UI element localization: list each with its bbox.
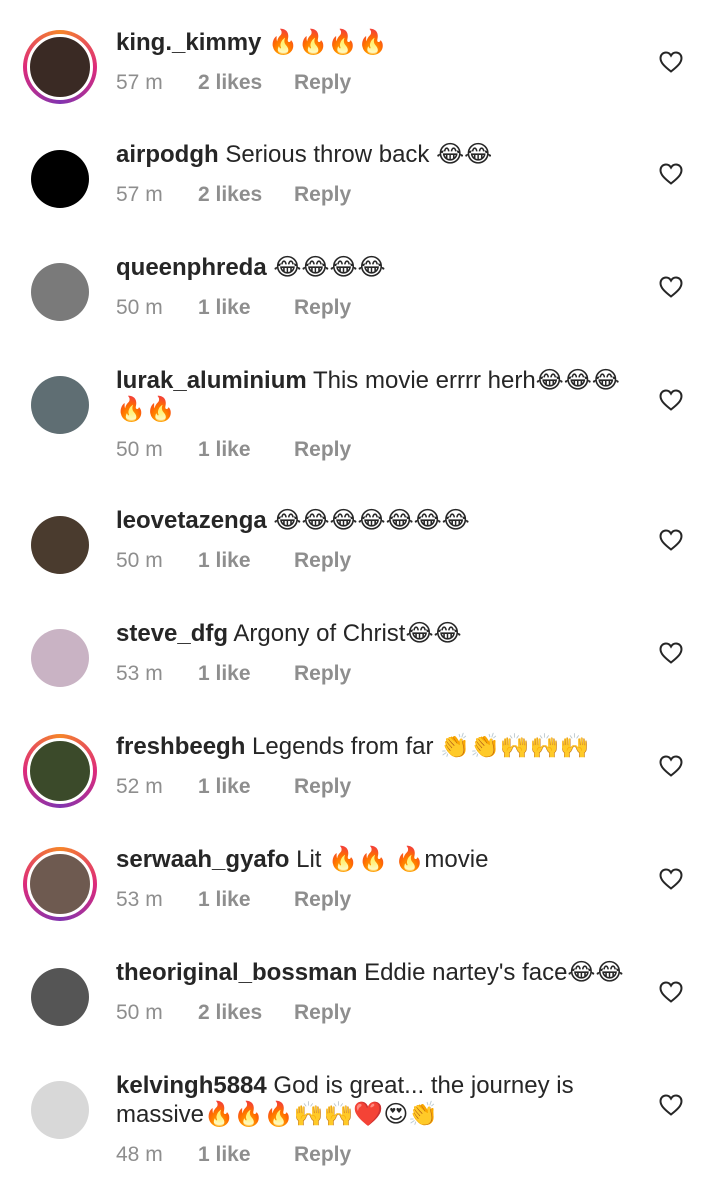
reply-button[interactable]: Reply bbox=[294, 775, 351, 799]
like-heart-icon[interactable] bbox=[659, 868, 683, 890]
comment-likes-count[interactable]: 1 like bbox=[198, 438, 294, 462]
reply-button[interactable]: Reply bbox=[294, 662, 351, 686]
comment-username[interactable]: queenphreda bbox=[116, 254, 267, 281]
comment-timestamp: 50 m bbox=[116, 549, 163, 572]
avatar[interactable] bbox=[23, 960, 97, 1034]
comment-timestamp: 50 m bbox=[116, 296, 163, 319]
comment-timestamp: 52 m bbox=[116, 775, 163, 798]
avatar[interactable] bbox=[23, 508, 97, 582]
reply-button[interactable]: Reply bbox=[294, 71, 351, 95]
comment-body: 😂😂😂😂😂😂😂 bbox=[273, 507, 470, 534]
like-heart-icon[interactable] bbox=[659, 163, 683, 185]
comment-timestamp: 50 m bbox=[116, 1001, 163, 1024]
comment-body: 🔥🔥🔥🔥 bbox=[268, 29, 388, 56]
comment-likes-count[interactable]: 2 likes bbox=[198, 183, 294, 207]
comment-likes-count[interactable]: 2 likes bbox=[198, 71, 294, 95]
comment-text: king._kimmy 🔥🔥🔥🔥 bbox=[116, 28, 630, 57]
comment-meta: 53 m 1 like Reply bbox=[116, 662, 351, 686]
avatar[interactable] bbox=[23, 1073, 97, 1147]
like-heart-icon[interactable] bbox=[659, 276, 683, 298]
comment-text: freshbeegh Legends from far 👏👏🙌🙌🙌 bbox=[116, 732, 630, 761]
comment-text: serwaah_gyafo Lit 🔥🔥 🔥movie bbox=[116, 845, 630, 874]
like-heart-icon[interactable] bbox=[659, 755, 683, 777]
comment-username[interactable]: leovetazenga bbox=[116, 507, 267, 534]
comment-likes-count[interactable]: 1 like bbox=[198, 1143, 294, 1167]
reply-button[interactable]: Reply bbox=[294, 183, 351, 207]
comment-text: kelvingh5884 God is great... the journey… bbox=[116, 1071, 630, 1129]
reply-button[interactable]: Reply bbox=[294, 438, 351, 462]
comment-likes-count[interactable]: 2 likes bbox=[198, 1001, 294, 1025]
avatar[interactable] bbox=[23, 847, 97, 921]
reply-button[interactable]: Reply bbox=[294, 1001, 351, 1025]
comment-meta: 48 m 1 like Reply bbox=[116, 1143, 351, 1167]
like-heart-icon[interactable] bbox=[659, 51, 683, 73]
comment-timestamp: 57 m bbox=[116, 183, 163, 206]
comment-text: airpodgh Serious throw back 😂😂 bbox=[116, 140, 630, 169]
avatar[interactable] bbox=[23, 734, 97, 808]
like-heart-icon[interactable] bbox=[659, 389, 683, 411]
reply-button[interactable]: Reply bbox=[294, 888, 351, 912]
comment-likes-count[interactable]: 1 like bbox=[198, 775, 294, 799]
comment-username[interactable]: theoriginal_bossman bbox=[116, 959, 357, 986]
comment-username[interactable]: kelvingh5884 bbox=[116, 1072, 267, 1099]
comment-likes-count[interactable]: 1 like bbox=[198, 549, 294, 573]
like-heart-icon[interactable] bbox=[659, 981, 683, 1003]
comment-timestamp: 50 m bbox=[116, 438, 163, 461]
comment-text: leovetazenga 😂😂😂😂😂😂😂 bbox=[116, 506, 630, 535]
comment-text: queenphreda 😂😂😂😂 bbox=[116, 253, 630, 282]
comment-meta: 50 m 1 like Reply bbox=[116, 549, 351, 573]
comment-text: lurak_aluminium This movie errrr herh😂😂😂… bbox=[116, 366, 630, 424]
like-heart-icon[interactable] bbox=[659, 1094, 683, 1116]
comment-meta: 52 m 1 like Reply bbox=[116, 775, 351, 799]
avatar[interactable] bbox=[23, 30, 97, 104]
comment-timestamp: 53 m bbox=[116, 662, 163, 685]
comment-likes-count[interactable]: 1 like bbox=[198, 296, 294, 320]
reply-button[interactable]: Reply bbox=[294, 296, 351, 320]
avatar[interactable] bbox=[23, 142, 97, 216]
comment-body: Legends from far 👏👏🙌🙌🙌 bbox=[252, 733, 590, 760]
avatar[interactable] bbox=[23, 255, 97, 329]
comment-timestamp: 48 m bbox=[116, 1143, 163, 1166]
comment-meta: 50 m 2 likes Reply bbox=[116, 1001, 351, 1025]
comment-body: Argony of Christ😂😂 bbox=[233, 620, 462, 647]
comment-meta: 50 m 1 like Reply bbox=[116, 296, 351, 320]
like-heart-icon[interactable] bbox=[659, 529, 683, 551]
comment-username[interactable]: lurak_aluminium bbox=[116, 367, 307, 394]
comment-timestamp: 57 m bbox=[116, 71, 163, 94]
comment-meta: 57 m 2 likes Reply bbox=[116, 183, 351, 207]
comment-body: 😂😂😂😂 bbox=[273, 254, 386, 281]
comment-likes-count[interactable]: 1 like bbox=[198, 888, 294, 912]
comment-body: Lit 🔥🔥 🔥movie bbox=[296, 846, 489, 873]
comment-likes-count[interactable]: 1 like bbox=[198, 662, 294, 686]
comment-body: Eddie nartey's face😂😂 bbox=[364, 959, 624, 986]
comment-meta: 53 m 1 like Reply bbox=[116, 888, 351, 912]
comment-text: steve_dfg Argony of Christ😂😂 bbox=[116, 619, 630, 648]
comment-body: Serious throw back 😂😂 bbox=[225, 141, 493, 168]
comment-username[interactable]: serwaah_gyafo bbox=[116, 846, 289, 873]
comment-timestamp: 53 m bbox=[116, 888, 163, 911]
avatar[interactable] bbox=[23, 621, 97, 695]
comment-username[interactable]: freshbeegh bbox=[116, 733, 245, 760]
like-heart-icon[interactable] bbox=[659, 642, 683, 664]
comment-text: theoriginal_bossman Eddie nartey's face😂… bbox=[116, 958, 630, 987]
comment-meta: 57 m 2 likes Reply bbox=[116, 71, 351, 95]
avatar[interactable] bbox=[23, 368, 97, 442]
comment-username[interactable]: airpodgh bbox=[116, 141, 219, 168]
comment-meta: 50 m 1 like Reply bbox=[116, 438, 351, 462]
comment-username[interactable]: king._kimmy bbox=[116, 29, 261, 56]
reply-button[interactable]: Reply bbox=[294, 1143, 351, 1167]
reply-button[interactable]: Reply bbox=[294, 549, 351, 573]
comment-username[interactable]: steve_dfg bbox=[116, 620, 228, 647]
